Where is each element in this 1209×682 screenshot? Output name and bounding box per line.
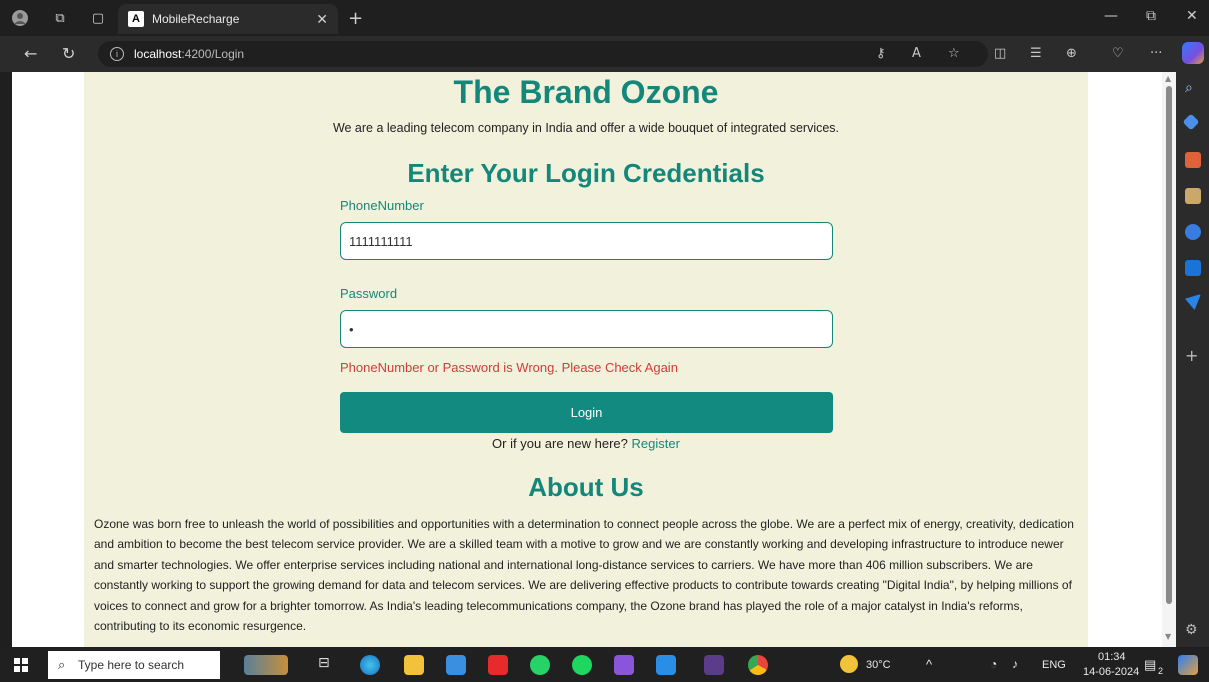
collections-icon[interactable]: ⊕ (1066, 46, 1077, 61)
minimize-icon[interactable]: — (1104, 8, 1118, 24)
site-info-icon[interactable]: i (110, 47, 124, 61)
login-page: The Brand Ozone We are a leading telecom… (84, 72, 1088, 647)
scroll-down-icon[interactable]: ▼ (1165, 632, 1171, 641)
login-button[interactable]: Login (340, 392, 833, 433)
phone-label: PhoneNumber (340, 198, 424, 213)
search-placeholder: Type here to search (78, 658, 185, 672)
youtube-icon[interactable] (488, 655, 508, 675)
more-menu-icon[interactable]: ··· (1150, 46, 1162, 61)
file-explorer-icon[interactable] (404, 655, 424, 675)
terminal-icon[interactable] (704, 655, 724, 675)
url-host: localhost (134, 47, 182, 61)
about-heading: About Us (528, 472, 644, 502)
sidebar-settings-icon[interactable]: ⚙ (1185, 622, 1201, 638)
login-heading: Enter Your Login Credentials (407, 158, 765, 188)
web-viewport: The Brand Ozone We are a leading telecom… (12, 72, 1176, 647)
chrome-icon[interactable] (748, 655, 768, 675)
profile-icon[interactable] (12, 10, 28, 26)
favorite-star-icon[interactable]: ☆ (948, 46, 960, 61)
edge-icon[interactable] (360, 655, 380, 675)
password-key-icon[interactable]: ⚷ (876, 46, 886, 61)
new-here-text: Or if you are new here? (492, 436, 628, 451)
add-sidebar-icon[interactable]: + (1185, 346, 1201, 365)
new-tab-icon[interactable]: + (348, 8, 363, 29)
scroll-up-icon[interactable]: ▲ (1165, 74, 1171, 83)
close-window-icon[interactable]: ✕ (1186, 8, 1198, 24)
address-bar-row: ← ↻ i localhost :4200/Login ⚷ A ☆ ◫ ☰ ⊕ … (0, 36, 1209, 72)
workspaces-icon[interactable]: ⧉ (52, 10, 68, 26)
edge-sidebar: ⌕ + ⚙ (1176, 72, 1209, 647)
close-tab-icon[interactable]: ✕ (316, 11, 328, 28)
tab-title: MobileRecharge (152, 12, 240, 26)
shopping-tag-icon[interactable] (1182, 113, 1200, 131)
tab-favicon: A (128, 11, 144, 27)
outlook-icon[interactable] (1185, 260, 1201, 276)
brand-title: The Brand Ozone (453, 74, 719, 110)
new-user-prompt: Or if you are new here? Register (84, 436, 1088, 451)
vscode-icon[interactable] (656, 655, 676, 675)
back-icon[interactable]: ← (24, 44, 37, 63)
restore-icon[interactable]: ⧉ (1146, 8, 1156, 24)
refresh-icon[interactable]: ↻ (62, 44, 75, 63)
volume-icon[interactable]: ♪ (1012, 657, 1018, 671)
weather-temp[interactable]: 30°C (866, 659, 891, 671)
widgets-image-icon[interactable] (244, 655, 288, 675)
split-screen-icon[interactable]: ◫ (994, 46, 1006, 61)
page-scrollbar[interactable]: ▲ ▼ (1162, 72, 1176, 647)
tools-icon[interactable] (1185, 152, 1201, 168)
read-aloud-icon[interactable]: A (912, 46, 921, 61)
whatsapp-icon[interactable] (530, 655, 550, 675)
copilot-icon[interactable] (1182, 42, 1204, 64)
spotify-icon[interactable] (572, 655, 592, 675)
password-label: Password (340, 286, 398, 301)
tray-chevron-icon[interactable]: ^ (926, 657, 932, 672)
browser-tab-bar: ⧉ ▢ A MobileRecharge ✕ + — ⧉ ✕ (0, 0, 1209, 36)
url-input[interactable]: i localhost :4200/Login (98, 41, 988, 67)
windows-taskbar: ⌕ Type here to search ⊟ 30°C ^ ◔ ♪ ENG 0… (0, 648, 1209, 682)
scroll-thumb[interactable] (1166, 86, 1172, 604)
search-icon[interactable]: ⌕ (1185, 80, 1201, 96)
phone-input[interactable]: 1111111111 (340, 222, 833, 260)
tab-mobilerecharge[interactable]: A MobileRecharge ✕ (118, 4, 338, 34)
password-input[interactable]: • (340, 310, 833, 348)
error-message: PhoneNumber or Password is Wrong. Please… (340, 360, 678, 375)
copilot-taskbar-icon[interactable] (1178, 655, 1198, 675)
taskbar-search-input[interactable]: ⌕ Type here to search (48, 651, 220, 679)
notification-icon[interactable]: ▤ (1144, 657, 1156, 673)
search-icon: ⌕ (58, 657, 66, 672)
weather-icon (840, 655, 858, 673)
url-path: :4200/Login (181, 47, 245, 61)
about-text: Ozone was born free to unleash the world… (94, 517, 1074, 634)
start-icon[interactable] (14, 658, 28, 672)
tagline: We are a leading telecom company in Indi… (332, 121, 840, 135)
browser-essentials-icon[interactable]: ♡ (1112, 46, 1124, 61)
language-indicator[interactable]: ENG (1042, 659, 1066, 671)
clock-time[interactable]: 01:34 (1098, 651, 1126, 663)
microsoft365-icon[interactable] (1185, 224, 1201, 240)
tab-actions-icon[interactable]: ▢ (90, 10, 106, 26)
notification-count: 2 (1158, 666, 1164, 676)
register-link[interactable]: Register (632, 436, 680, 451)
task-view-icon[interactable]: ⊟ (318, 655, 338, 675)
store-icon[interactable] (446, 655, 466, 675)
send-icon[interactable] (1185, 294, 1201, 310)
clock-date[interactable]: 14-06-2024 (1083, 666, 1139, 678)
favorites-icon[interactable]: ☰ (1030, 46, 1042, 61)
games-icon[interactable] (1185, 188, 1201, 204)
network-icon[interactable]: ◔ (990, 657, 997, 671)
visual-studio-icon[interactable] (614, 655, 634, 675)
